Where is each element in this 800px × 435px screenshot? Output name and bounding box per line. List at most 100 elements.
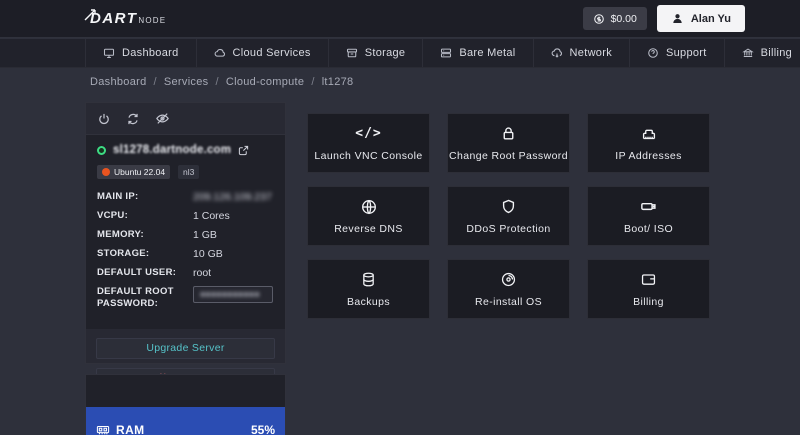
action-ddos-protection[interactable]: DDoS Protection bbox=[447, 186, 570, 246]
action-backups[interactable]: Backups bbox=[307, 259, 430, 319]
usage-card: RAM 55% bbox=[85, 374, 286, 435]
nav-item-storage[interactable]: Storage bbox=[327, 39, 423, 67]
action-label: Launch VNC Console bbox=[314, 149, 423, 162]
ram-label: RAM bbox=[116, 423, 145, 435]
nav-item-support[interactable]: Support bbox=[629, 39, 724, 67]
nav-item-billing[interactable]: Billing bbox=[723, 39, 800, 67]
breadcrumb-server-id: lt1278 bbox=[321, 76, 354, 88]
action-label: Re-install OS bbox=[474, 295, 543, 308]
breadcrumb-dashboard[interactable]: Dashboard bbox=[90, 76, 147, 88]
ram-percent: 55% bbox=[250, 423, 275, 435]
storage-icon bbox=[346, 48, 357, 58]
spec-value-default-user: root bbox=[193, 267, 212, 279]
power-icon[interactable] bbox=[97, 112, 111, 126]
spec-row-memory: MEMORY: 1 GB bbox=[97, 229, 274, 241]
shield-icon bbox=[502, 199, 515, 214]
nav-label: Billing bbox=[760, 47, 793, 59]
nav-item-network[interactable]: Network bbox=[532, 39, 629, 67]
database-icon bbox=[363, 272, 374, 287]
action-reverse-dns[interactable]: Reverse DNS bbox=[307, 186, 430, 246]
action-reinstall-os[interactable]: Re-install OS bbox=[447, 259, 570, 319]
action-label: Billing bbox=[633, 295, 664, 308]
code-icon: </> bbox=[355, 126, 382, 141]
external-link-icon[interactable] bbox=[238, 145, 249, 156]
breadcrumb-cloud-compute[interactable]: Cloud-compute bbox=[226, 76, 305, 88]
usb-icon bbox=[641, 202, 656, 211]
spec-row-root-password: DEFAULT ROOT PASSWORD: ●●●●●●●●●●● bbox=[97, 286, 274, 310]
spec-value-main-ip: 209.126.109.237 bbox=[193, 191, 272, 203]
refresh-icon[interactable] bbox=[126, 112, 140, 126]
spec-label: VCPU: bbox=[97, 210, 129, 221]
action-boot-iso[interactable]: Boot/ ISO bbox=[587, 186, 710, 246]
nav-label: Bare Metal bbox=[459, 47, 516, 59]
server-toolbar bbox=[86, 103, 285, 134]
logo-text-sub: NODE bbox=[138, 16, 167, 25]
ethernet-icon bbox=[642, 129, 655, 139]
dashboard-icon bbox=[103, 48, 115, 59]
nav-label: Cloud Services bbox=[232, 47, 311, 59]
server-info-card: sl1278.dartnode.com Ubuntu 22.04 nl3 MAI… bbox=[86, 134, 285, 329]
balance-button[interactable]: $0.00 bbox=[582, 7, 647, 30]
coin-icon bbox=[593, 13, 604, 24]
eye-off-icon[interactable] bbox=[155, 111, 170, 126]
dart-arrow-icon bbox=[84, 9, 96, 21]
spec-label: STORAGE: bbox=[97, 248, 150, 259]
nav-label: Dashboard bbox=[122, 47, 179, 59]
ram-usage-bar: RAM 55% bbox=[86, 407, 285, 435]
action-label: Change Root Password bbox=[449, 149, 568, 162]
spec-row-main-ip: MAIN IP: 209.126.109.237 bbox=[97, 191, 274, 203]
spec-label: MEMORY: bbox=[97, 229, 144, 240]
balance-amount: $0.00 bbox=[610, 12, 637, 25]
action-label: DDoS Protection bbox=[466, 222, 551, 235]
spec-row-storage: STORAGE: 10 GB bbox=[97, 248, 274, 260]
lock-icon bbox=[503, 127, 514, 140]
server-specs: MAIN IP: 209.126.109.237 VCPU: 1 Cores M… bbox=[97, 191, 274, 310]
ubuntu-logo-icon bbox=[102, 168, 110, 176]
breadcrumb-services[interactable]: Services bbox=[164, 76, 209, 88]
action-grid: </> Launch VNC Console Change Root Passw… bbox=[307, 113, 710, 319]
upgrade-server-button[interactable]: Upgrade Server bbox=[96, 338, 275, 359]
action-change-root-password[interactable]: Change Root Password bbox=[447, 113, 570, 173]
nav-label: Support bbox=[666, 47, 707, 59]
dartnode-logo[interactable]: DART NODE bbox=[84, 9, 167, 27]
user-icon bbox=[673, 14, 682, 24]
action-label: Backups bbox=[346, 295, 391, 308]
nav-item-bare-metal[interactable]: Bare Metal bbox=[422, 39, 532, 67]
location-badge: nl3 bbox=[178, 165, 200, 179]
action-billing[interactable]: Billing bbox=[587, 259, 710, 319]
main-nav: Dashboard Cloud Services Storage Bare Me… bbox=[0, 39, 800, 68]
breadcrumb: Dashboard / Services / Cloud-compute / l… bbox=[90, 76, 353, 88]
server-panel: sl1278.dartnode.com Ubuntu 22.04 nl3 MAI… bbox=[85, 102, 286, 389]
spec-label: DEFAULT ROOT PASSWORD: bbox=[97, 286, 174, 309]
cloud-icon bbox=[214, 49, 225, 57]
user-name: Alan Yu bbox=[690, 12, 731, 25]
spec-label: MAIN IP: bbox=[97, 191, 139, 202]
ram-chip-icon bbox=[96, 425, 110, 435]
spec-value-memory: 1 GB bbox=[193, 229, 217, 241]
action-ip-addresses[interactable]: IP Addresses bbox=[587, 113, 710, 173]
breadcrumb-separator: / bbox=[215, 76, 219, 88]
user-menu-button[interactable]: Alan Yu bbox=[656, 5, 745, 32]
support-icon bbox=[648, 48, 658, 58]
status-online-dot bbox=[97, 145, 106, 155]
breadcrumb-separator: / bbox=[311, 76, 315, 88]
action-label: Boot/ ISO bbox=[623, 222, 674, 235]
action-label: Reverse DNS bbox=[334, 222, 403, 235]
bank-icon bbox=[741, 48, 754, 57]
server-hostname: sl1278.dartnode.com bbox=[113, 144, 232, 156]
breadcrumb-separator: / bbox=[153, 76, 157, 88]
globe-icon bbox=[361, 199, 376, 214]
server-icon bbox=[441, 48, 452, 58]
nav-item-dashboard[interactable]: Dashboard bbox=[85, 39, 196, 67]
spec-label: DEFAULT USER: bbox=[97, 267, 177, 278]
root-password-value: ●●●●●●●●●●● bbox=[200, 289, 260, 299]
action-label: IP Addresses bbox=[615, 149, 682, 162]
nav-item-cloud-services[interactable]: Cloud Services bbox=[195, 39, 328, 67]
action-launch-vnc-console[interactable]: </> Launch VNC Console bbox=[307, 113, 430, 173]
spec-value-vcpu: 1 Cores bbox=[193, 210, 230, 222]
nav-label: Network bbox=[569, 47, 612, 59]
root-password-box[interactable]: ●●●●●●●●●●● bbox=[193, 286, 273, 303]
disc-icon bbox=[501, 272, 516, 287]
nav-label: Storage bbox=[364, 47, 406, 59]
spec-row-vcpu: VCPU: 1 Cores bbox=[97, 210, 274, 222]
